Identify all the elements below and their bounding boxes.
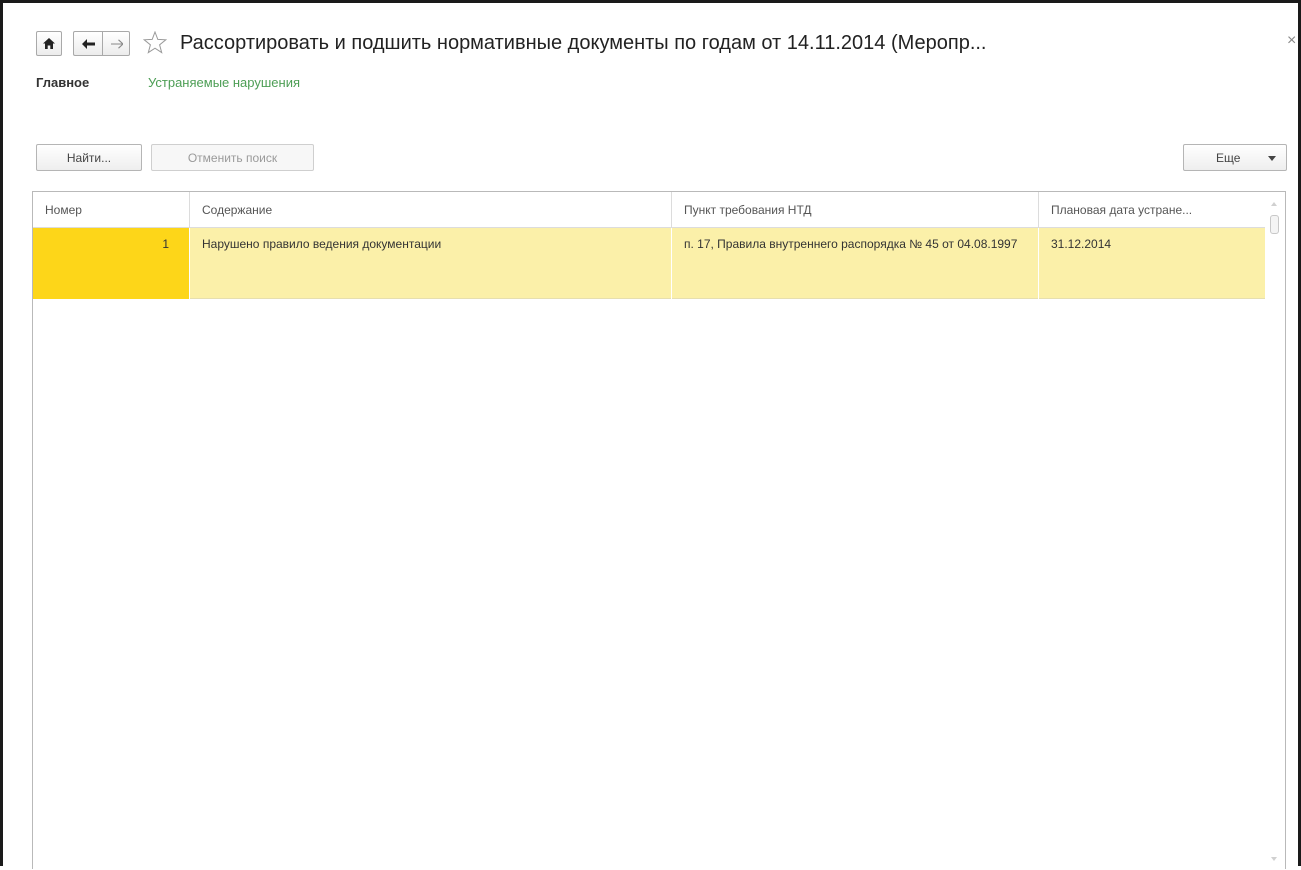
cell-planned-date[interactable]: 31.12.2014 <box>1038 228 1267 299</box>
home-icon <box>43 38 55 49</box>
vertical-scrollbar[interactable] <box>1265 192 1285 870</box>
cell-content[interactable]: Нарушено правило ведения документации <box>189 228 671 299</box>
table-row[interactable]: 1 Нарушено правило ведения документации … <box>33 228 1267 299</box>
scroll-up-icon[interactable] <box>1271 202 1277 206</box>
column-header-number[interactable]: Номер <box>33 192 189 228</box>
arrow-left-icon <box>81 38 95 49</box>
scroll-thumb[interactable] <box>1270 215 1279 234</box>
scroll-down-icon[interactable] <box>1271 857 1277 861</box>
violations-table[interactable]: Номер Содержание Пункт требования НТД Пл… <box>32 191 1286 870</box>
cancel-search-button[interactable]: Отменить поиск <box>151 144 314 171</box>
star-icon[interactable] <box>143 31 167 54</box>
find-button[interactable]: Найти... <box>36 144 142 171</box>
column-header-content[interactable]: Содержание <box>189 192 671 228</box>
column-header-requirement[interactable]: Пункт требования НТД <box>671 192 1038 228</box>
cell-requirement[interactable]: п. 17, Правила внутреннего распорядка № … <box>671 228 1038 299</box>
arrow-right-icon <box>110 38 123 49</box>
title-bar: Рассортировать и подшить нормативные док… <box>33 27 1296 67</box>
column-header-planned-date[interactable]: Плановая дата устране... <box>1038 192 1267 228</box>
forward-button[interactable] <box>102 31 130 56</box>
close-icon[interactable]: × <box>1287 31 1296 51</box>
more-button[interactable]: Еще <box>1183 144 1287 171</box>
cell-number[interactable]: 1 <box>33 228 189 299</box>
more-button-label: Еще <box>1216 150 1241 165</box>
tab-main[interactable]: Главное <box>36 75 89 95</box>
chevron-down-icon <box>1268 156 1276 161</box>
form-tabs: Главное Устраняемые нарушения <box>36 75 300 95</box>
tab-violations[interactable]: Устраняемые нарушения <box>148 75 300 90</box>
table-header: Номер Содержание Пункт требования НТД Пл… <box>33 192 1267 228</box>
back-button[interactable] <box>73 31 102 56</box>
page-title: Рассортировать и подшить нормативные док… <box>180 32 987 54</box>
form-window: Рассортировать и подшить нормативные док… <box>0 0 1301 870</box>
home-button[interactable] <box>36 31 62 56</box>
